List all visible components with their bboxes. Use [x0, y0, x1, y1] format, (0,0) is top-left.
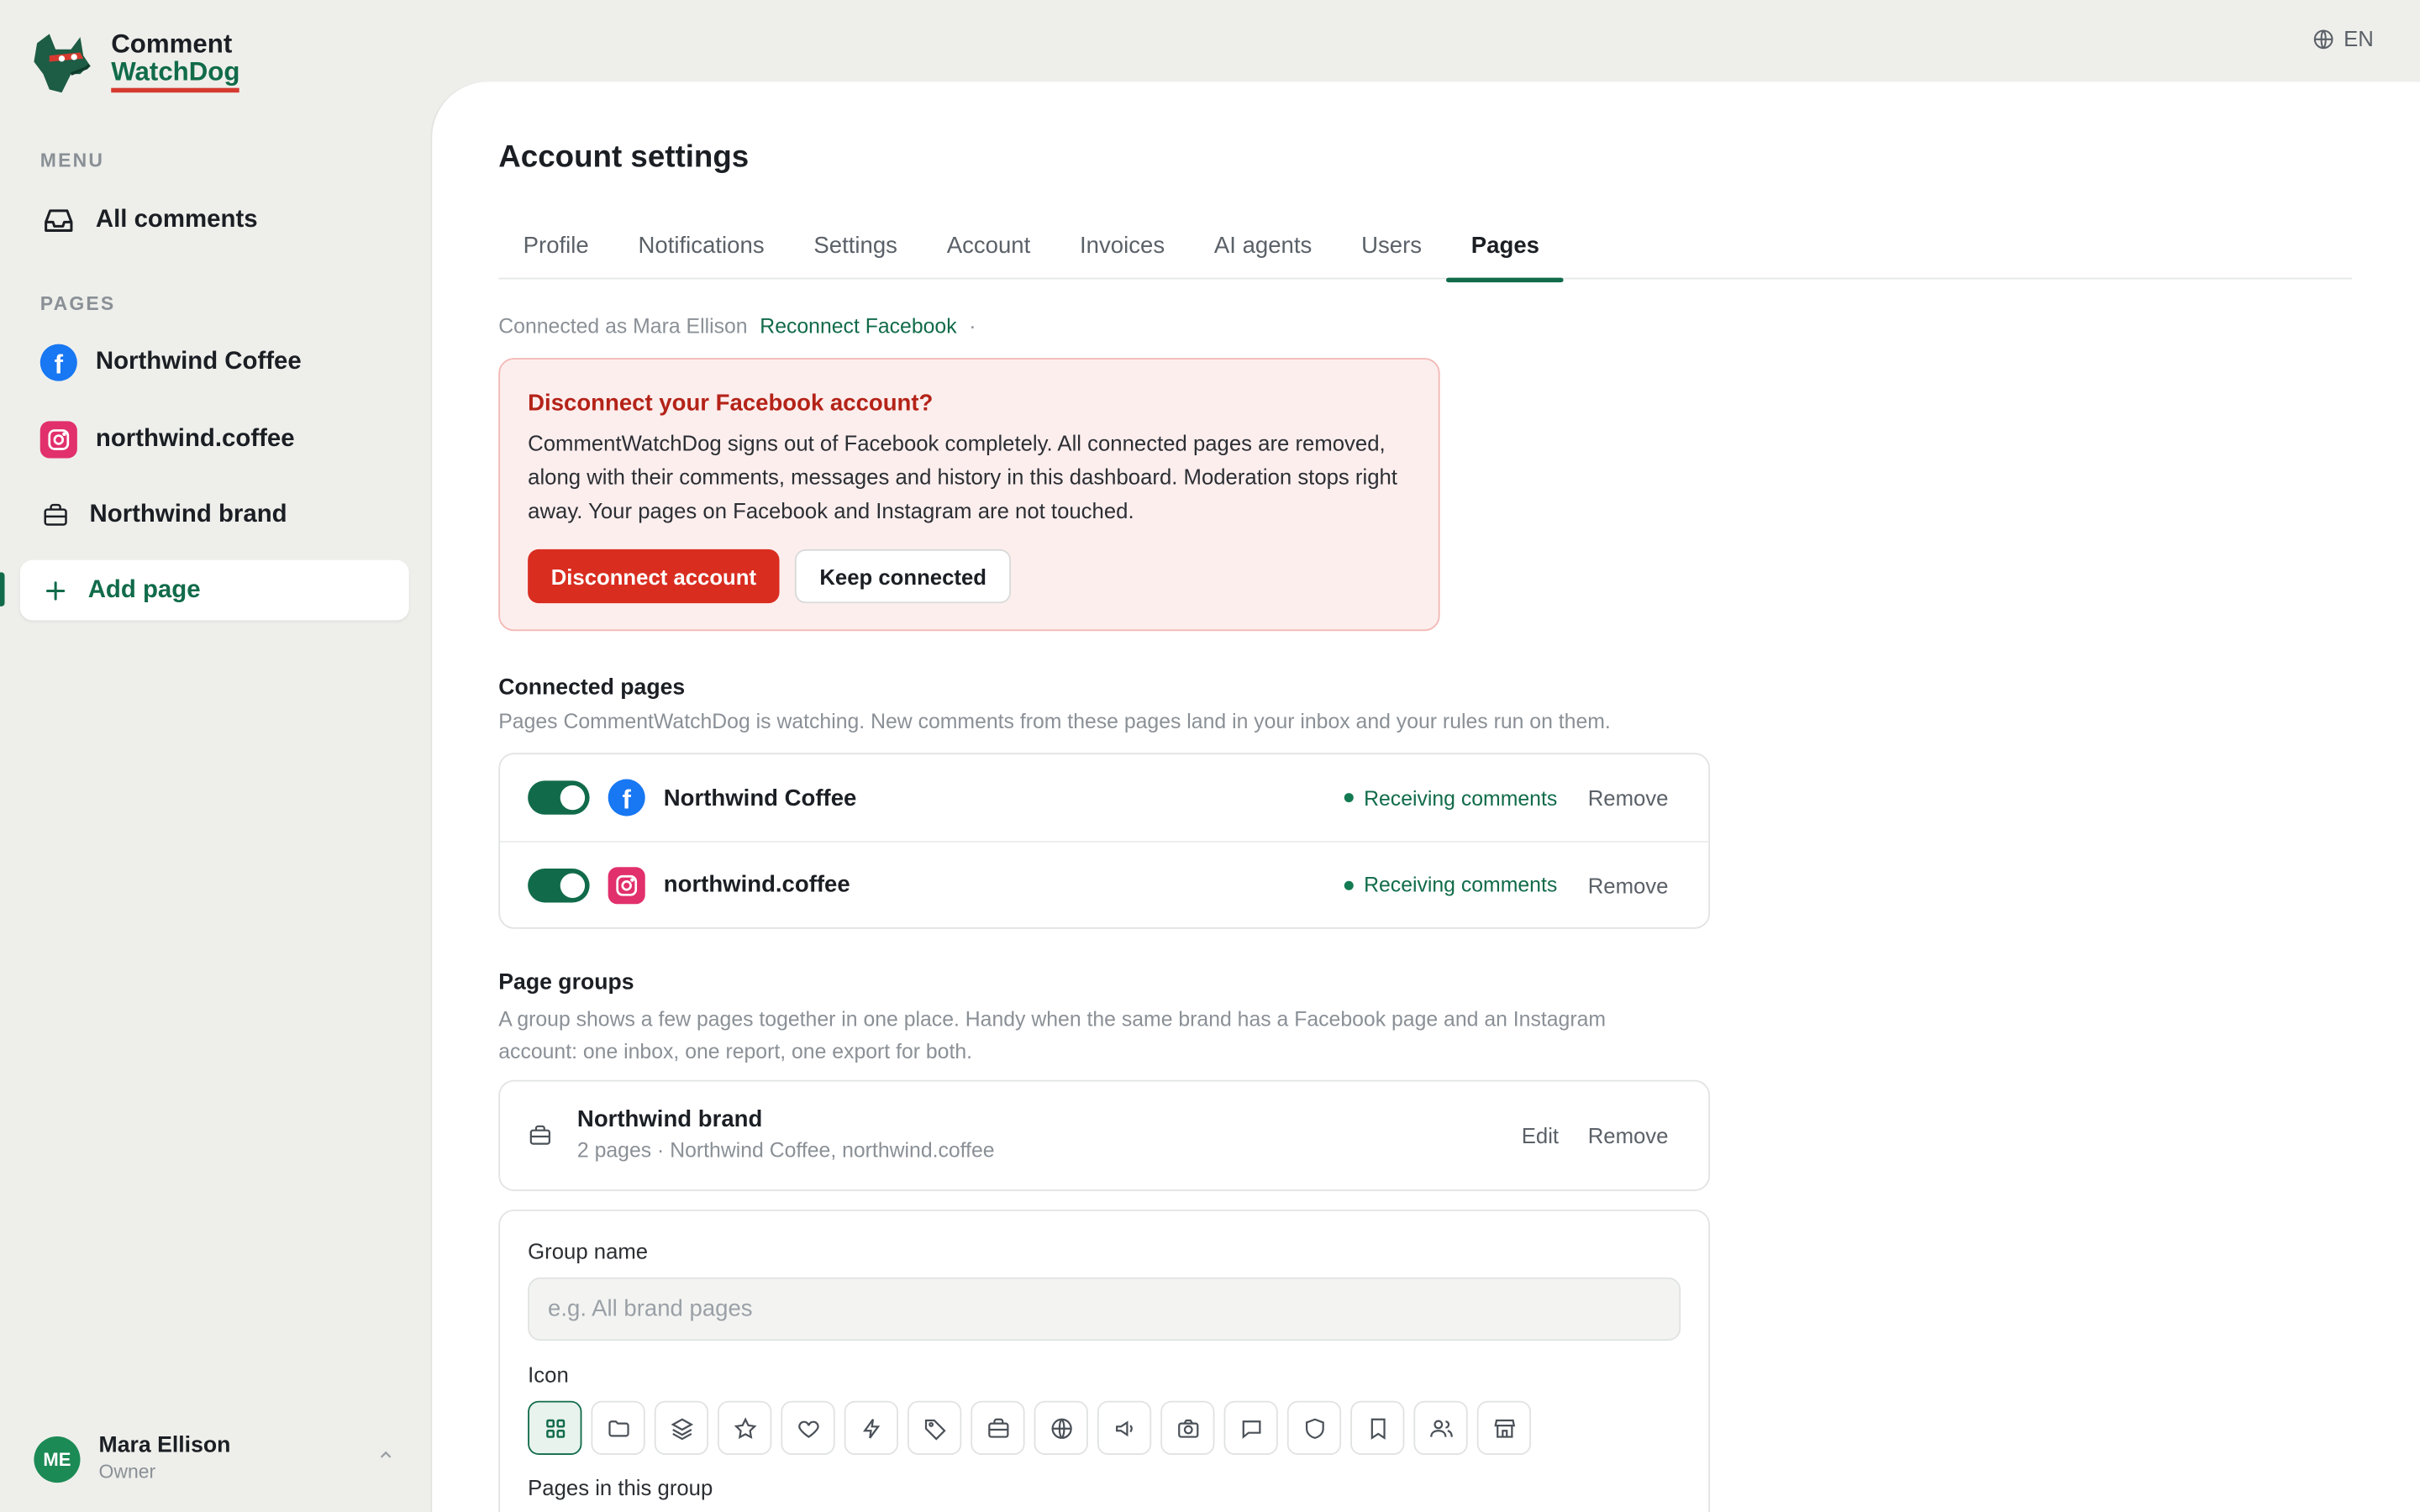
facebook-icon: f: [608, 779, 645, 816]
group-name: Northwind brand: [576, 1105, 763, 1133]
sidebar-item-northwind-instagram[interactable]: northwind.coffee: [39, 421, 295, 459]
status-badge: Receiving comments: [1344, 874, 1557, 896]
sidebar-item-label: All comments: [95, 207, 258, 234]
brand-line1: Comment: [111, 29, 233, 59]
grid-icon[interactable]: [528, 1400, 582, 1456]
globe-icon[interactable]: [1034, 1400, 1088, 1456]
briefcase-icon[interactable]: [971, 1400, 1025, 1456]
sidebar: Comment WatchDog MENU All comments PAGES…: [0, 0, 432, 1512]
avatar: ME: [34, 1436, 81, 1483]
star-icon[interactable]: [718, 1400, 772, 1456]
page-groups-title: Page groups: [498, 970, 634, 995]
active-indicator: [0, 572, 5, 606]
disconnect-account-button[interactable]: Disconnect account: [528, 549, 780, 604]
table-row: northwind.coffee Receiving comments Remo…: [500, 841, 1709, 927]
users-icon[interactable]: [1413, 1400, 1468, 1456]
sidebar-item-all-comments[interactable]: All comments: [40, 202, 258, 239]
pages-section-label: PAGES: [39, 292, 116, 315]
shield-icon[interactable]: [1286, 1400, 1342, 1456]
instagram-icon: [39, 421, 77, 459]
group-name-input[interactable]: [528, 1277, 1681, 1341]
group-meta: 2 pages · Northwind Coffee, northwind.co…: [576, 1138, 995, 1163]
menu-section-label: MENU: [39, 150, 105, 171]
tab-account[interactable]: Account: [922, 221, 1055, 280]
add-page-label: Add page: [87, 576, 201, 603]
table-row: f Northwind Coffee Receiving comments Re…: [500, 754, 1708, 841]
list-item: Northwind brand 2 pages · Northwind Coff…: [500, 1082, 1708, 1190]
chevron-up-icon: [376, 1446, 395, 1464]
sidebar-item-label: northwind.coffee: [95, 425, 295, 453]
tab-settings[interactable]: Settings: [789, 221, 922, 280]
icon-picker: [528, 1400, 1681, 1456]
alert-title: Disconnect your Facebook account?: [528, 390, 934, 417]
user-menu[interactable]: ME Mara Ellison Owner: [34, 1433, 404, 1484]
bookmark-icon[interactable]: [1350, 1400, 1405, 1456]
language-selector[interactable]: EN: [2312, 26, 2374, 51]
bolt-icon[interactable]: [844, 1400, 898, 1456]
language-label: EN: [2344, 26, 2374, 51]
icon-label: Icon: [528, 1362, 569, 1388]
tab-users[interactable]: Users: [1337, 221, 1447, 280]
connected-pages-list: f Northwind Coffee Receiving comments Re…: [498, 753, 1711, 929]
plus-icon: [42, 576, 70, 604]
folder-icon[interactable]: [591, 1400, 645, 1456]
connection-info: Connected as Mara Ellison Reconnect Face…: [498, 315, 976, 339]
pages-in-group-label: Pages in this group: [528, 1474, 713, 1500]
page-title: Account settings: [498, 140, 750, 175]
layers-icon[interactable]: [654, 1400, 709, 1456]
separator: ·: [969, 314, 976, 339]
chat-icon[interactable]: [1223, 1400, 1278, 1456]
brand-logo[interactable]: Comment WatchDog: [28, 28, 240, 96]
disconnect-alert: Disconnect your Facebook account? Commen…: [498, 358, 1440, 632]
page-toggle[interactable]: [528, 780, 590, 815]
page-groups-description: A group shows a few pages together in on…: [498, 1007, 1607, 1063]
sidebar-item-northwind-coffee[interactable]: f Northwind Coffee: [39, 344, 302, 381]
tab-profile[interactable]: Profile: [498, 221, 613, 280]
user-role: Owner: [98, 1461, 156, 1483]
briefcase-icon: [528, 1123, 552, 1147]
connected-pages-title: Connected pages: [498, 675, 686, 701]
watchdog-logo-icon: [34, 34, 91, 93]
alert-body: CommentWatchDog signs out of Facebook co…: [528, 430, 1397, 523]
facebook-icon: f: [39, 344, 77, 381]
page-group-list: Northwind brand 2 pages · Northwind Coff…: [498, 1079, 1711, 1191]
store-icon[interactable]: [1476, 1400, 1532, 1456]
tab-ai-agents[interactable]: AI agents: [1189, 221, 1336, 280]
user-name: Mara Ellison: [98, 1433, 231, 1458]
tab-pages[interactable]: Pages: [1446, 221, 1565, 283]
page-name: Northwind Coffee: [663, 784, 857, 811]
brand-line2: WatchDog: [111, 58, 240, 93]
settings-tabs: Profile Notifications Settings Account I…: [498, 221, 2353, 283]
sidebar-item-label: Northwind Coffee: [95, 349, 302, 375]
globe-icon: [2312, 27, 2335, 50]
group-name-label: Group name: [528, 1238, 649, 1264]
reconnect-facebook-link[interactable]: Reconnect Facebook: [760, 315, 956, 339]
remove-page-button[interactable]: Remove: [1588, 873, 1669, 897]
new-group-form: Group name Icon Pages i: [498, 1209, 1711, 1512]
sidebar-item-label: Northwind brand: [89, 501, 287, 528]
remove-group-button[interactable]: Remove: [1588, 1123, 1669, 1147]
tab-notifications[interactable]: Notifications: [613, 221, 789, 280]
briefcase-icon: [40, 496, 71, 533]
connected-pages-description: Pages CommentWatchDog is watching. New c…: [498, 709, 1611, 733]
remove-page-button[interactable]: Remove: [1588, 785, 1669, 810]
heart-icon[interactable]: [781, 1400, 835, 1456]
main-panel: Account settings Profile Notifications S…: [432, 81, 2420, 1512]
camera-icon[interactable]: [1160, 1400, 1215, 1456]
sidebar-item-northwind-brand[interactable]: Northwind brand: [40, 496, 287, 533]
tab-invoices[interactable]: Invoices: [1055, 221, 1190, 280]
status-badge: Receiving comments: [1344, 786, 1557, 809]
edit-group-button[interactable]: Edit: [1522, 1123, 1559, 1147]
connected-as-text: Connected as Mara Ellison: [498, 314, 748, 339]
page-name: northwind.coffee: [663, 871, 850, 898]
keep-connected-button[interactable]: Keep connected: [794, 549, 1012, 604]
megaphone-icon[interactable]: [1097, 1400, 1152, 1456]
inbox-icon: [40, 202, 77, 239]
add-page-button[interactable]: Add page: [19, 559, 409, 621]
instagram-icon: [608, 866, 645, 904]
tag-icon[interactable]: [907, 1400, 962, 1456]
page-toggle[interactable]: [528, 868, 590, 902]
